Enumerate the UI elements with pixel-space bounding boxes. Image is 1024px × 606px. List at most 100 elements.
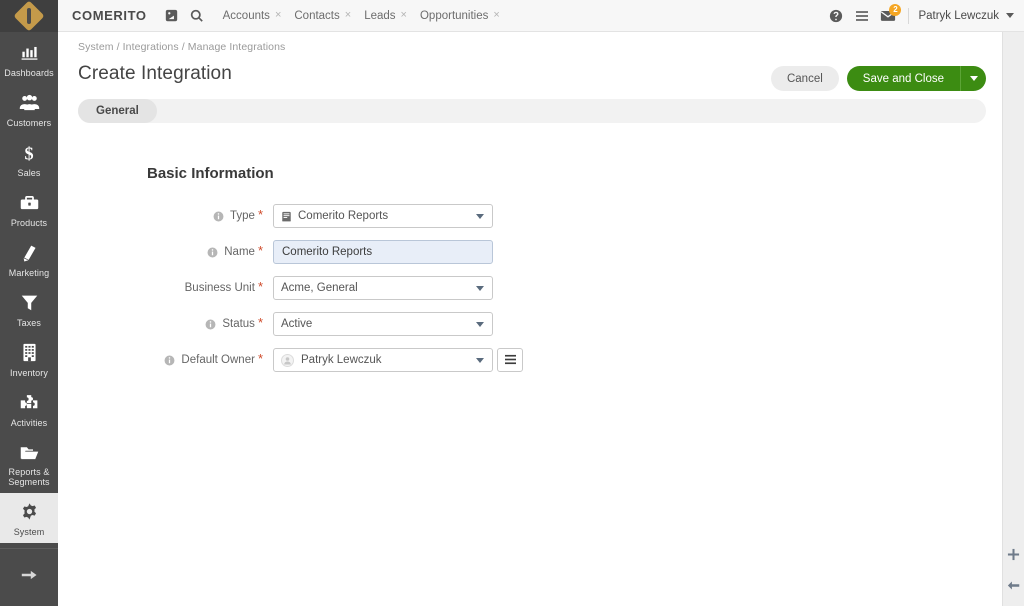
info-circle-icon[interactable] — [205, 319, 216, 330]
right-rail — [1002, 32, 1024, 606]
page-header: System / Integrations / Manage Integrati… — [58, 32, 1024, 91]
report-book-icon — [281, 211, 292, 222]
info-circle-icon[interactable] — [213, 211, 224, 222]
sidebar-item-activities[interactable]: Activities — [0, 384, 58, 434]
field-row-default-owner: Default Owner * Patryk Lewczuk — [58, 348, 1024, 372]
name-input[interactable] — [273, 240, 493, 264]
user-name-label: Patryk Lewczuk — [918, 9, 999, 22]
sidebar-item-label: Activities — [10, 417, 48, 428]
chevron-down-icon — [476, 213, 484, 219]
sidebar-item-label: Marketing — [8, 267, 50, 278]
sidebar-item-products[interactable]: Products — [0, 184, 58, 234]
nav-tab-opportunities[interactable]: Opportunities × — [420, 10, 500, 22]
bar-chart-icon — [20, 42, 39, 64]
tab-general[interactable]: General — [78, 99, 157, 123]
search-icon[interactable] — [186, 5, 208, 27]
field-control-business-unit: Acme, General — [273, 276, 493, 300]
book-icon — [20, 242, 39, 264]
field-label-name: Name * — [58, 244, 273, 259]
form-area: Basic Information Type * Comerito Report… — [58, 123, 1024, 606]
plus-icon[interactable] — [1007, 548, 1020, 561]
user-menu[interactable]: Patryk Lewczuk — [918, 10, 1014, 22]
business-unit-select-value: Acme, General — [281, 282, 358, 294]
field-label-text: Default Owner — [181, 354, 255, 366]
user-avatar-icon — [281, 353, 294, 367]
nav-tab-label: Accounts — [222, 9, 270, 22]
open-entity-tabs: Accounts × Contacts × Leads × Opportunit… — [223, 10, 513, 22]
sidebar-item-label: Sales — [17, 167, 41, 178]
cancel-button[interactable]: Cancel — [770, 66, 839, 91]
business-unit-select[interactable]: Acme, General — [273, 276, 493, 300]
sidebar-item-sales[interactable]: $ Sales — [0, 134, 58, 184]
required-indicator: * — [257, 314, 263, 330]
sidebar-item-taxes[interactable]: Taxes — [0, 284, 58, 334]
close-icon[interactable]: × — [275, 10, 281, 21]
pin-board-icon[interactable] — [161, 5, 183, 27]
field-control-type: Comerito Reports — [273, 204, 493, 228]
sidebar-item-label: Inventory — [10, 367, 48, 378]
nav-tab-label: Leads — [364, 9, 396, 22]
type-select[interactable]: Comerito Reports — [273, 204, 493, 228]
field-label-default-owner: Default Owner * — [58, 350, 273, 367]
field-row-status: Status * Active — [58, 312, 1024, 336]
save-options-dropdown-button[interactable] — [960, 66, 986, 91]
required-indicator: * — [257, 350, 263, 366]
field-control-name — [273, 240, 493, 264]
sidebar-nav-list: Dashboards Customers $ Sales Products Ma… — [0, 32, 58, 548]
breadcrumb: System / Integrations / Manage Integrati… — [78, 41, 286, 53]
dollar-sign-icon: $ — [20, 142, 38, 164]
mail-badge-count: 2 — [889, 3, 902, 16]
close-icon[interactable]: × — [493, 10, 499, 21]
nav-tab-accounts[interactable]: Accounts × — [223, 10, 282, 22]
list-picker-icon — [504, 353, 517, 368]
sidebar-item-label: Taxes — [16, 317, 41, 328]
nav-tab-label: Opportunities — [419, 9, 489, 22]
puzzle-piece-icon — [19, 392, 40, 414]
sidebar-item-customers[interactable]: Customers — [0, 84, 58, 134]
field-row-type: Type * Comerito Reports — [58, 204, 1024, 228]
sidebar-item-reports-and-segments[interactable]: Reports & Segments — [0, 434, 58, 493]
save-and-close-button[interactable]: Save and Close — [846, 66, 960, 91]
sidebar-expand-button[interactable] — [0, 548, 58, 606]
chevron-down-icon — [1006, 13, 1014, 18]
sidebar-item-label: Products — [10, 217, 48, 228]
field-row-business-unit: Business Unit * Acme, General — [58, 276, 1024, 300]
folder-icon — [19, 441, 40, 463]
briefcase-icon — [19, 192, 40, 214]
info-circle-icon[interactable] — [164, 355, 175, 366]
chevron-down-icon — [476, 321, 484, 327]
info-circle-icon[interactable] — [207, 247, 218, 258]
brand-name: COMERITO — [72, 8, 147, 23]
field-label-text: Type — [230, 210, 255, 222]
topbar-right-group: 2 Patryk Lewczuk — [821, 3, 1014, 27]
field-row-name: Name * — [58, 240, 1024, 264]
default-owner-select[interactable]: Patryk Lewczuk — [273, 348, 493, 372]
field-label-status: Status * — [58, 314, 273, 331]
type-select-value: Comerito Reports — [298, 210, 389, 222]
field-label-text: Status — [222, 318, 255, 330]
hamburger-menu-icon[interactable] — [851, 5, 873, 27]
app-logo[interactable] — [0, 0, 58, 32]
sidebar-item-system[interactable]: System — [0, 493, 58, 543]
sidebar-item-inventory[interactable]: Inventory — [0, 334, 58, 384]
nav-tab-leads[interactable]: Leads × — [364, 10, 407, 22]
help-circle-icon[interactable] — [825, 5, 847, 27]
field-label-text: Name — [224, 246, 255, 258]
left-sidebar: Dashboards Customers $ Sales Products Ma… — [0, 0, 58, 606]
mail-icon[interactable]: 2 — [877, 3, 902, 27]
nav-tab-label: Contacts — [294, 9, 340, 22]
close-icon[interactable]: × — [401, 10, 407, 21]
status-select[interactable]: Active — [273, 312, 493, 336]
arrow-left-icon[interactable] — [1007, 579, 1021, 592]
sidebar-item-label: Reports & Segments — [8, 467, 50, 487]
sidebar-item-dashboards[interactable]: Dashboards — [0, 34, 58, 84]
field-label-business-unit: Business Unit * — [58, 280, 273, 295]
sidebar-item-label: Dashboards — [4, 67, 54, 78]
default-owner-picker-button[interactable] — [497, 348, 523, 372]
sidebar-item-marketing[interactable]: Marketing — [0, 234, 58, 284]
gear-icon — [20, 501, 39, 523]
nav-tab-contacts[interactable]: Contacts × — [294, 10, 351, 22]
page-action-buttons: Cancel Save and Close — [770, 66, 986, 91]
close-icon[interactable]: × — [345, 10, 351, 21]
sidebar-item-label: Customers — [6, 117, 52, 128]
